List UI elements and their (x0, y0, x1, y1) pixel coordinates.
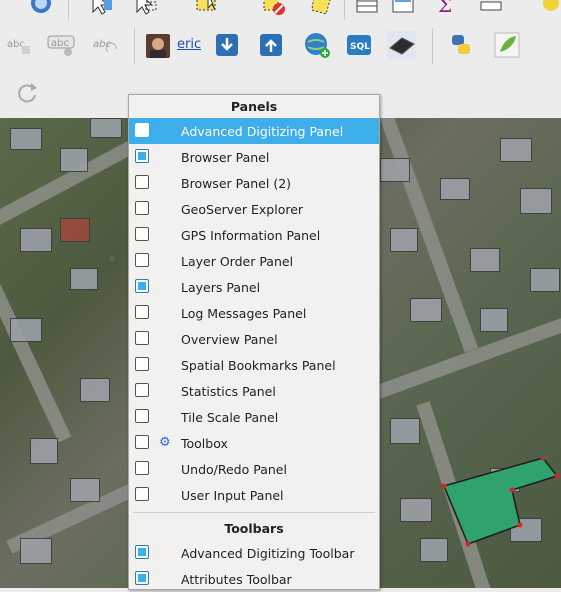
menu-item-label: User Input Panel (181, 487, 284, 503)
checkbox[interactable] (135, 149, 149, 163)
panel-item-spatial-bookmarks-panel[interactable]: Spatial Bookmarks Panel (129, 352, 379, 378)
menu-item-label: Layer Order Panel (181, 253, 294, 269)
menu-item-label: Advanced Digitizing Panel (181, 123, 344, 139)
checkbox[interactable] (135, 227, 149, 241)
upload-geoserver-icon[interactable] (256, 30, 286, 60)
menu-item-label: Undo/Redo Panel (181, 461, 287, 477)
avatar (146, 34, 170, 58)
panels-context-menu: Panels Advanced Digitizing Panel Browser … (128, 94, 380, 590)
svg-text:abc: abc (93, 39, 111, 50)
panel-item-browser-panel-2[interactable]: Browser Panel (2) (129, 170, 379, 196)
measure-icon[interactable] (476, 0, 506, 18)
select-by-area-icon[interactable] (130, 0, 160, 18)
panel-item-user-input-panel[interactable]: User Input Panel (129, 482, 379, 508)
menu-item-label: Browser Panel (2) (181, 175, 292, 191)
menu-item-label: Advanced Digitizing Toolbar (181, 545, 355, 561)
panel-item-undo-redo-panel[interactable]: Undo/Redo Panel (129, 456, 379, 482)
map-layer-icon[interactable] (386, 30, 416, 60)
checkbox[interactable] (135, 357, 149, 371)
checkbox[interactable] (135, 331, 149, 345)
menu-separator (133, 512, 375, 513)
toolbars-section-header: Toolbars (224, 521, 284, 536)
checkbox[interactable] (135, 305, 149, 319)
checkbox[interactable] (135, 383, 149, 397)
menu-item-label: GPS Information Panel (181, 227, 321, 243)
menu-item-label: Browser Panel (181, 149, 270, 165)
digitized-polygon[interactable] (440, 458, 561, 568)
user-name-link[interactable]: eric (177, 37, 201, 52)
panel-item-log-messages-panel[interactable]: Log Messages Panel (129, 300, 379, 326)
panel-item-tile-scale-panel[interactable]: Tile Scale Panel (129, 404, 379, 430)
label-pin-icon[interactable]: abc (46, 30, 76, 60)
panel-item-layer-order-panel[interactable]: Layer Order Panel (129, 248, 379, 274)
menu-item-label: Spatial Bookmarks Panel (181, 357, 336, 373)
svg-text:Σ: Σ (438, 0, 452, 16)
panel-item-statistics-panel[interactable]: Statistics Panel (129, 378, 379, 404)
panel-item-layers-panel[interactable]: Layers Panel (129, 274, 379, 300)
python-icon[interactable] (446, 30, 476, 60)
menu-item-label: Overview Panel (181, 331, 278, 347)
panel-item-overview-panel[interactable]: Overview Panel (129, 326, 379, 352)
add-web-layer-globe-icon[interactable] (302, 30, 332, 60)
gear-icon: ⚙ (159, 435, 171, 450)
checkbox[interactable] (135, 123, 149, 137)
menu-item-label: Layers Panel (181, 279, 261, 295)
menu-item-label: Log Messages Panel (181, 305, 307, 321)
menu-item-label: GeoServer Explorer (181, 201, 304, 217)
sql-icon[interactable]: SQL (344, 30, 374, 60)
checkbox[interactable] (135, 435, 149, 449)
panels-section-header: Panels (230, 99, 278, 114)
menu-item-label: Toolbox (181, 435, 228, 451)
panel-item-geoserver-explorer[interactable]: GeoServer Explorer (129, 196, 379, 222)
menu-item-label: Tile Scale Panel (181, 409, 279, 425)
checkbox[interactable] (135, 545, 149, 559)
checkbox[interactable] (135, 279, 149, 293)
select-rectangle-icon[interactable] (192, 0, 222, 18)
svg-text:abc: abc (51, 38, 69, 49)
checkbox[interactable] (135, 175, 149, 189)
plugin-leaf-icon[interactable] (492, 30, 522, 60)
attribute-table-icon[interactable] (352, 0, 382, 18)
menu-item-label: Statistics Panel (181, 383, 276, 399)
menu-item-label: Attributes Toolbar (181, 571, 292, 587)
checkbox[interactable] (135, 253, 149, 267)
deselect-icon[interactable] (258, 0, 288, 18)
toolbar-item-attributes-toolbar[interactable]: Attributes Toolbar (129, 566, 379, 592)
checkbox[interactable] (135, 461, 149, 475)
panel-item-gps-information-panel[interactable]: GPS Information Panel (129, 222, 379, 248)
field-calculator-icon[interactable] (388, 0, 418, 18)
label-rotate-icon[interactable]: abc (90, 30, 120, 60)
panel-item-browser-panel[interactable]: Browser Panel (129, 144, 379, 170)
statistics-sigma-icon[interactable]: Σ (430, 0, 460, 18)
download-geoserver-icon[interactable] (212, 30, 242, 60)
reload-icon[interactable] (12, 78, 42, 108)
map-tips-icon[interactable] (536, 0, 561, 18)
refresh-map-icon[interactable] (26, 0, 56, 18)
checkbox[interactable] (135, 201, 149, 215)
checkbox[interactable] (135, 487, 149, 501)
select-location-icon[interactable] (306, 0, 336, 18)
panel-item-toolbox[interactable]: ⚙ Toolbox (129, 430, 379, 456)
checkbox[interactable] (135, 409, 149, 423)
panel-item-advanced-digitizing-panel[interactable]: Advanced Digitizing Panel (129, 118, 379, 144)
select-feature-icon[interactable] (86, 0, 116, 18)
toolbar-item-advanced-digitizing-toolbar[interactable]: Advanced Digitizing Toolbar (129, 540, 379, 566)
svg-text:SQL: SQL (350, 42, 370, 52)
label-abc-icon[interactable]: abc (4, 30, 34, 60)
checkbox[interactable] (135, 571, 149, 585)
